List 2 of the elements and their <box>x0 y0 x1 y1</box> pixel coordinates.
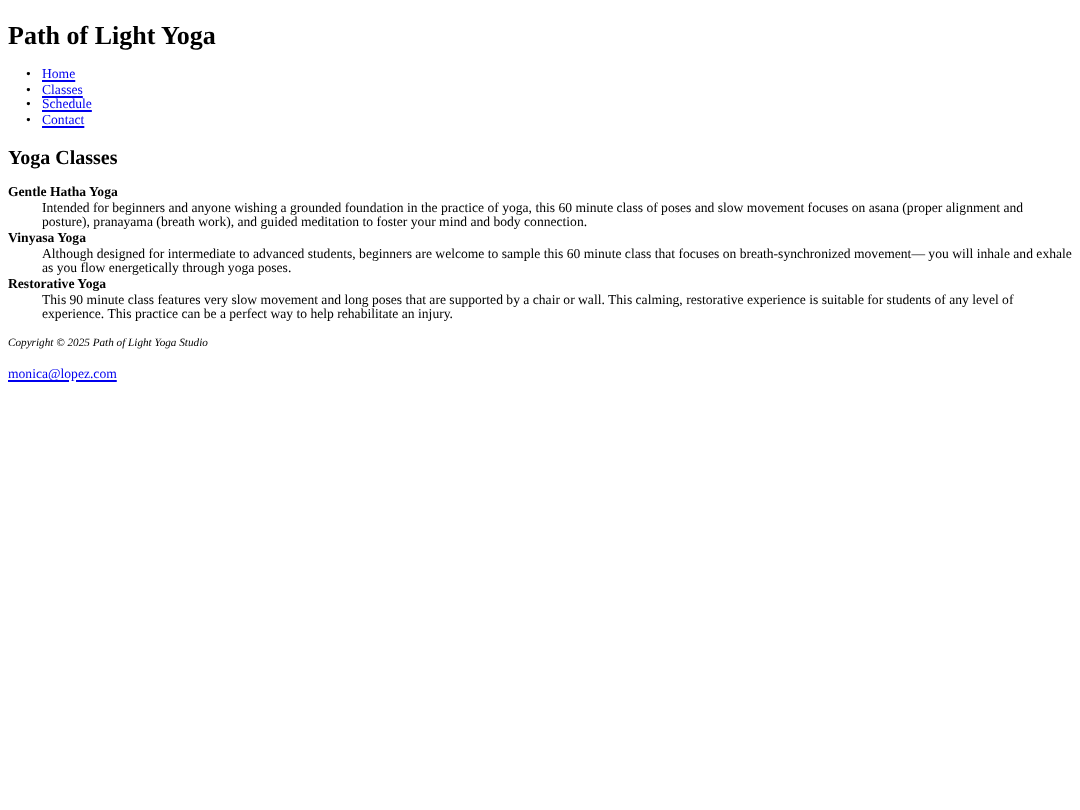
site-title: Path of Light Yoga <box>8 20 218 50</box>
section-title: Yoga Classes <box>8 147 120 172</box>
